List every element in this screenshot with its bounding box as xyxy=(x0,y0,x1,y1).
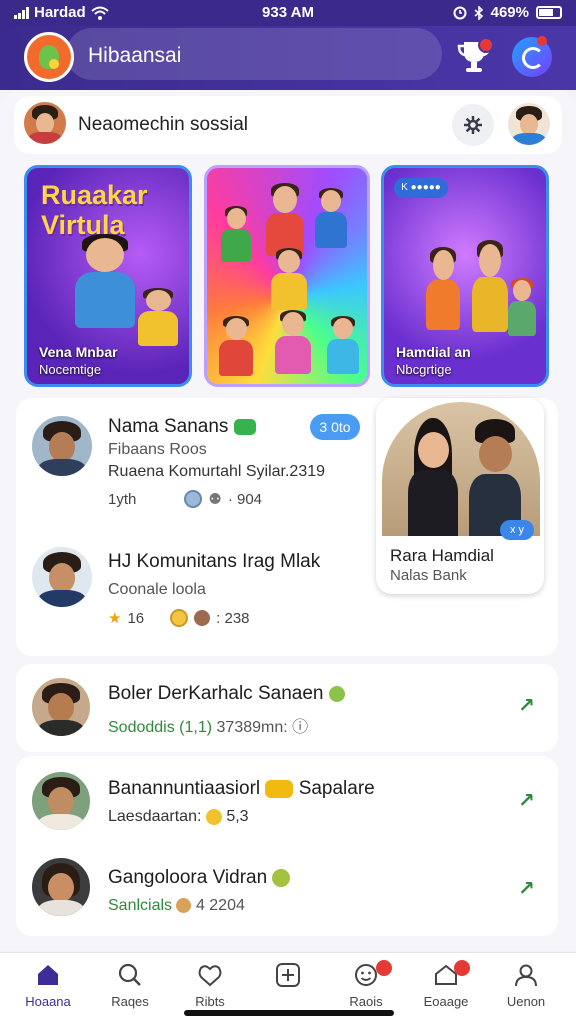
list-item-name[interactable]: Gangoloora Vidran xyxy=(108,867,291,889)
feature-chip: K ●●●●● xyxy=(394,178,448,198)
featured-subtitle: Nalas Bank xyxy=(390,567,467,584)
character-illustration xyxy=(215,315,257,376)
contact-avatar[interactable] xyxy=(30,545,94,609)
add-icon xyxy=(276,963,300,987)
meta-count: 1yth xyxy=(108,490,137,508)
character-illustration xyxy=(271,309,315,374)
emoji-icon xyxy=(205,808,222,825)
meta-count-secondary: : 238 xyxy=(216,609,250,627)
gear-icon xyxy=(464,116,482,134)
nav-messages[interactable]: Eoaage xyxy=(410,958,482,1012)
nav-label: Uenon xyxy=(506,994,546,1009)
emoji-icon xyxy=(184,490,203,508)
feature-card-virtual[interactable]: Ruaakar Virtula Vena Mnbar Nocemtige xyxy=(24,165,192,387)
forward-arrow-icon[interactable]: ↗ xyxy=(518,693,535,718)
badge-icon xyxy=(265,779,294,798)
nav-profile[interactable]: Uenon xyxy=(490,958,562,1012)
reaction-icon: ⚉ xyxy=(208,491,222,508)
mini-avatar xyxy=(194,610,211,626)
character-illustration xyxy=(323,315,363,374)
app-bar: Hibaansai xyxy=(0,26,576,90)
emoji-icon xyxy=(272,868,291,887)
community-name[interactable]: HJ Komunitans Irag Mlak xyxy=(108,551,320,573)
character-illustration xyxy=(422,246,464,330)
status-pill[interactable]: 3 0to xyxy=(310,414,360,440)
list-item-name[interactable]: Banannuntiaasiorl Sapalare xyxy=(108,778,375,800)
list-item-detail: Sododdis (1,1) 37389mn: ⓘ xyxy=(108,719,309,736)
feature-caption-subtitle: Nbcgrtige xyxy=(396,362,452,377)
user-icon xyxy=(515,964,537,987)
list-avatar[interactable] xyxy=(30,676,92,738)
emoji-icon xyxy=(176,898,192,914)
character-illustration xyxy=(504,277,540,336)
nav-favorites[interactable]: Ribts xyxy=(174,958,246,1012)
list-item-detail: Sanlcials 4 2204 xyxy=(108,897,245,914)
forward-arrow-icon[interactable]: ↗ xyxy=(518,788,535,813)
user-avatar[interactable] xyxy=(22,100,68,146)
settings-button[interactable] xyxy=(452,104,494,146)
bluetooth-icon xyxy=(474,5,483,20)
list-avatar[interactable] xyxy=(30,856,92,918)
nav-search[interactable]: Raqes xyxy=(94,958,166,1012)
feature-caption-subtitle: Nocemtige xyxy=(39,362,102,377)
character-illustration xyxy=(67,234,143,328)
feature-headline-1: Ruaakar xyxy=(41,180,148,210)
list-card[interactable] xyxy=(16,664,558,752)
list-avatar[interactable] xyxy=(30,770,92,832)
contact-meta: 1yth ⚉ · 904 xyxy=(108,490,262,508)
character-illustration xyxy=(267,247,311,310)
alarm-icon xyxy=(453,6,467,19)
forward-arrow-icon[interactable]: ↗ xyxy=(518,876,535,901)
emoji-icon xyxy=(170,609,189,627)
notification-badge xyxy=(478,37,494,53)
chat-icon[interactable] xyxy=(234,418,257,435)
contact-name[interactable]: Nama Sanans xyxy=(108,416,257,438)
contact-avatar[interactable] xyxy=(30,414,94,478)
nav-label: Raqes xyxy=(111,994,149,1009)
community-meta: ★ 16 : 238 xyxy=(108,609,250,627)
search-icon xyxy=(118,963,141,986)
nav-badge xyxy=(454,960,470,976)
feature-card-gathering[interactable]: K ●●●●● Hamdial an Nbcgrtige xyxy=(381,165,549,387)
app-title: Hibaansai xyxy=(88,44,182,67)
status-bar: Hardad 933 AM 469% xyxy=(0,0,576,26)
list-item-name[interactable]: Boler DerKarhalc Sanaen xyxy=(108,683,345,705)
nav-label: Ribts xyxy=(195,994,225,1009)
battery-icon xyxy=(536,6,562,19)
heart-chat-icon xyxy=(198,965,222,987)
nav-badge xyxy=(376,960,392,976)
nav-label: Hoaana xyxy=(25,994,71,1009)
character-illustration xyxy=(133,287,183,346)
star-icon: ★ xyxy=(108,610,122,627)
feature-caption-title: Vena Mnbar xyxy=(39,344,118,360)
character-illustration xyxy=(261,183,309,256)
feature-caption-title: Hamdial an xyxy=(396,344,471,360)
nav-activity[interactable]: Raois xyxy=(330,958,402,1012)
profile-badge: x y xyxy=(500,520,534,540)
messages-badge xyxy=(537,36,547,46)
contact-detail: Ruaena Komurtahl Syilar.2319 xyxy=(108,463,326,480)
nav-home[interactable]: Hoaana xyxy=(12,958,84,1012)
app-logo[interactable] xyxy=(24,32,74,82)
list-item-detail: Laesdaartan: 5,3 xyxy=(108,808,249,825)
composer-text[interactable]: Neaomechin sossial xyxy=(78,114,248,136)
nav-label: Raois xyxy=(349,994,383,1009)
nav-create[interactable] xyxy=(252,958,324,1012)
home-icon xyxy=(38,965,58,985)
character-illustration xyxy=(311,187,351,248)
battery-percent: 469% xyxy=(490,4,529,21)
emoji-icon xyxy=(328,685,345,702)
character-illustration xyxy=(217,205,255,262)
contact-subtitle: Fibaans Roos xyxy=(108,441,207,458)
home-indicator xyxy=(184,1010,394,1016)
profile-avatar[interactable] xyxy=(506,101,552,147)
featured-name: Rara Hamdial xyxy=(390,546,494,565)
nav-label: Eoaage xyxy=(423,994,469,1009)
meta-count-secondary: · 904 xyxy=(227,490,263,508)
feature-card-community[interactable] xyxy=(204,165,370,387)
meta-count: 16 xyxy=(127,609,145,627)
community-subtitle: Coonale loola xyxy=(108,581,206,598)
